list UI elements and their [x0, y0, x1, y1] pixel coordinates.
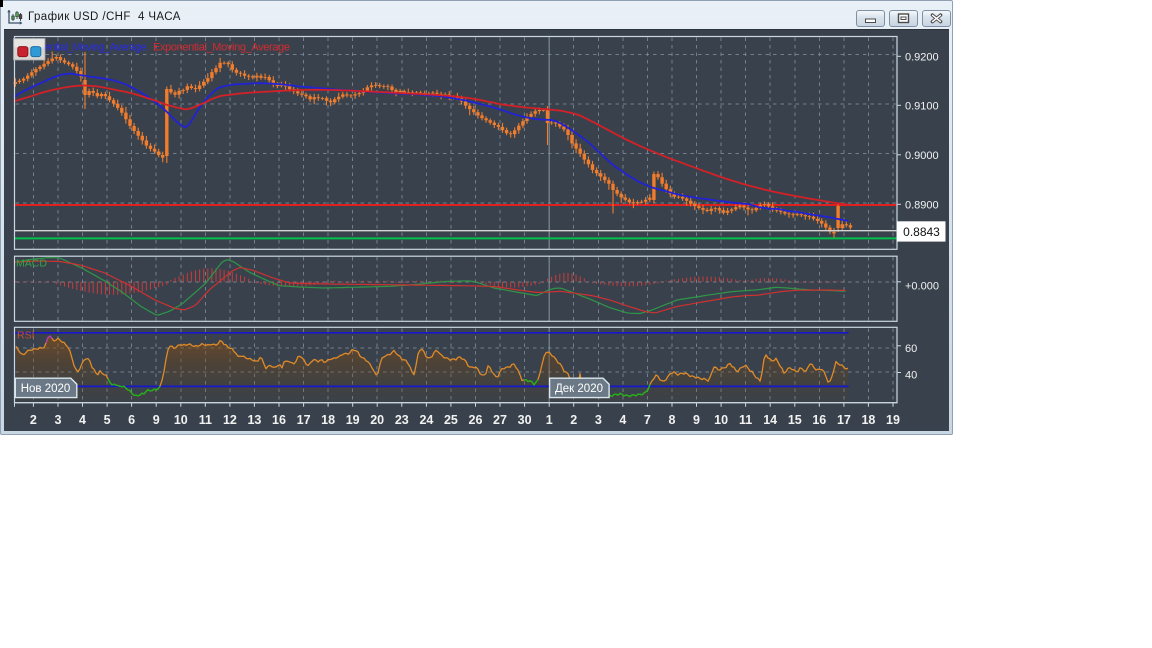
svg-text:Нов 2020: Нов 2020 — [21, 383, 71, 395]
svg-text:20: 20 — [370, 413, 384, 427]
svg-text:0.8900: 0.8900 — [905, 199, 939, 211]
svg-text:17: 17 — [837, 413, 851, 427]
svg-text:11: 11 — [739, 413, 752, 427]
svg-text:19: 19 — [886, 413, 900, 427]
svg-text:10: 10 — [174, 413, 188, 427]
svg-text:4: 4 — [619, 413, 626, 427]
svg-text:3: 3 — [595, 413, 602, 427]
svg-text:12: 12 — [223, 413, 237, 427]
svg-text:4: 4 — [79, 413, 86, 427]
svg-text:11: 11 — [199, 413, 212, 427]
svg-text:8: 8 — [669, 413, 676, 427]
svg-text:+0.000: +0.000 — [905, 281, 939, 293]
svg-text:RSI: RSI — [17, 330, 35, 342]
svg-text:16: 16 — [812, 413, 826, 427]
svg-text:1: 1 — [546, 413, 553, 427]
svg-text:2: 2 — [570, 413, 577, 427]
svg-text:13: 13 — [247, 413, 261, 427]
svg-text:18: 18 — [861, 413, 875, 427]
svg-text:14: 14 — [763, 413, 777, 427]
svg-text:6: 6 — [128, 413, 135, 427]
svg-text:3: 3 — [55, 413, 62, 427]
svg-text:19: 19 — [346, 413, 360, 427]
svg-text:23: 23 — [395, 413, 409, 427]
svg-text:60: 60 — [905, 343, 917, 355]
svg-text:7: 7 — [644, 413, 651, 427]
svg-text:30: 30 — [518, 413, 532, 427]
svg-text:Дек 2020: Дек 2020 — [555, 383, 603, 395]
svg-text:40: 40 — [905, 370, 917, 382]
svg-text:10: 10 — [714, 413, 728, 427]
svg-text:9: 9 — [693, 413, 700, 427]
svg-text:0.8843: 0.8843 — [903, 225, 940, 239]
svg-text:24: 24 — [419, 413, 433, 427]
svg-text:15: 15 — [788, 413, 802, 427]
svg-text:2: 2 — [30, 413, 37, 427]
svg-text:17: 17 — [297, 413, 311, 427]
svg-text:0.9000: 0.9000 — [905, 150, 939, 162]
svg-text:Exponential_Moving_Average: Exponential_Moving_Average — [153, 42, 290, 54]
svg-text:0.9200: 0.9200 — [905, 51, 939, 63]
svg-text:26: 26 — [469, 413, 483, 427]
svg-text:9: 9 — [153, 413, 160, 427]
svg-text:25: 25 — [444, 413, 458, 427]
svg-text:MACD: MACD — [16, 258, 47, 270]
svg-text:16: 16 — [272, 413, 286, 427]
svg-text:0.9100: 0.9100 — [905, 100, 939, 112]
svg-text:5: 5 — [104, 413, 111, 427]
svg-text:18: 18 — [321, 413, 335, 427]
svg-text:27: 27 — [493, 413, 507, 427]
